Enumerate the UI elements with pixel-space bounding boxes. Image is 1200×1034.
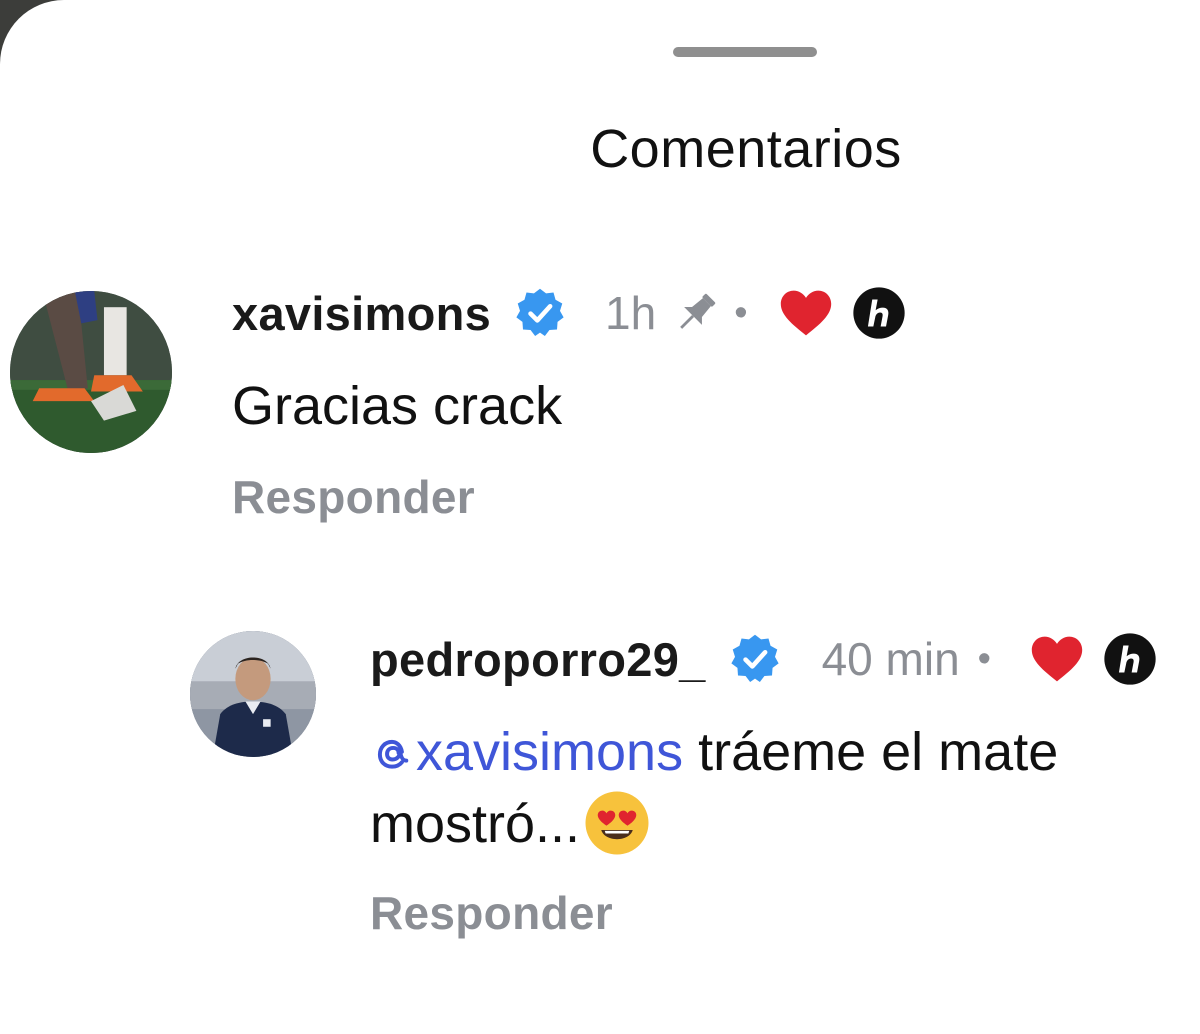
avatar[interactable] bbox=[10, 291, 172, 453]
comment-text: xavisimons tráeme el mate mostró... bbox=[370, 716, 1200, 860]
drag-handle[interactable] bbox=[673, 47, 817, 57]
reply-button[interactable]: Responder bbox=[370, 886, 613, 940]
heart-icon[interactable] bbox=[1029, 633, 1085, 685]
username[interactable]: xavisimons bbox=[232, 286, 491, 341]
comment-header: xavisimons 1h • bbox=[232, 280, 906, 346]
threads-mention-icon bbox=[370, 722, 414, 769]
avatar[interactable] bbox=[190, 631, 316, 757]
comment-time: 1h bbox=[605, 287, 657, 339]
comment-time: 40 min bbox=[821, 633, 960, 685]
avatar-photo bbox=[10, 291, 172, 453]
sheet-title: Comentarios bbox=[590, 119, 902, 179]
heart-icon[interactable] bbox=[778, 287, 834, 339]
mention-link[interactable]: xavisimons bbox=[370, 722, 683, 782]
comment-header: pedroporro29_ 40 min • bbox=[370, 626, 1157, 692]
separator-dot: • bbox=[977, 637, 991, 680]
heart-eyes-emoji-icon bbox=[582, 788, 652, 858]
avatar-photo bbox=[190, 631, 316, 757]
comment-text: Gracias crack bbox=[232, 376, 563, 436]
reply-button[interactable]: Responder bbox=[232, 470, 475, 524]
mention-username[interactable]: xavisimons bbox=[416, 722, 683, 782]
verified-badge-icon bbox=[513, 286, 567, 340]
comments-sheet: Comentarios xavisimons 1h • Gracias crac… bbox=[0, 0, 1200, 1034]
author-avatar-badge-icon bbox=[1103, 632, 1157, 686]
separator-dot: • bbox=[734, 291, 748, 334]
username[interactable]: pedroporro29_ bbox=[370, 632, 706, 687]
verified-badge-icon bbox=[728, 632, 782, 686]
pin-icon bbox=[668, 285, 724, 341]
author-avatar-badge-icon bbox=[852, 286, 906, 340]
